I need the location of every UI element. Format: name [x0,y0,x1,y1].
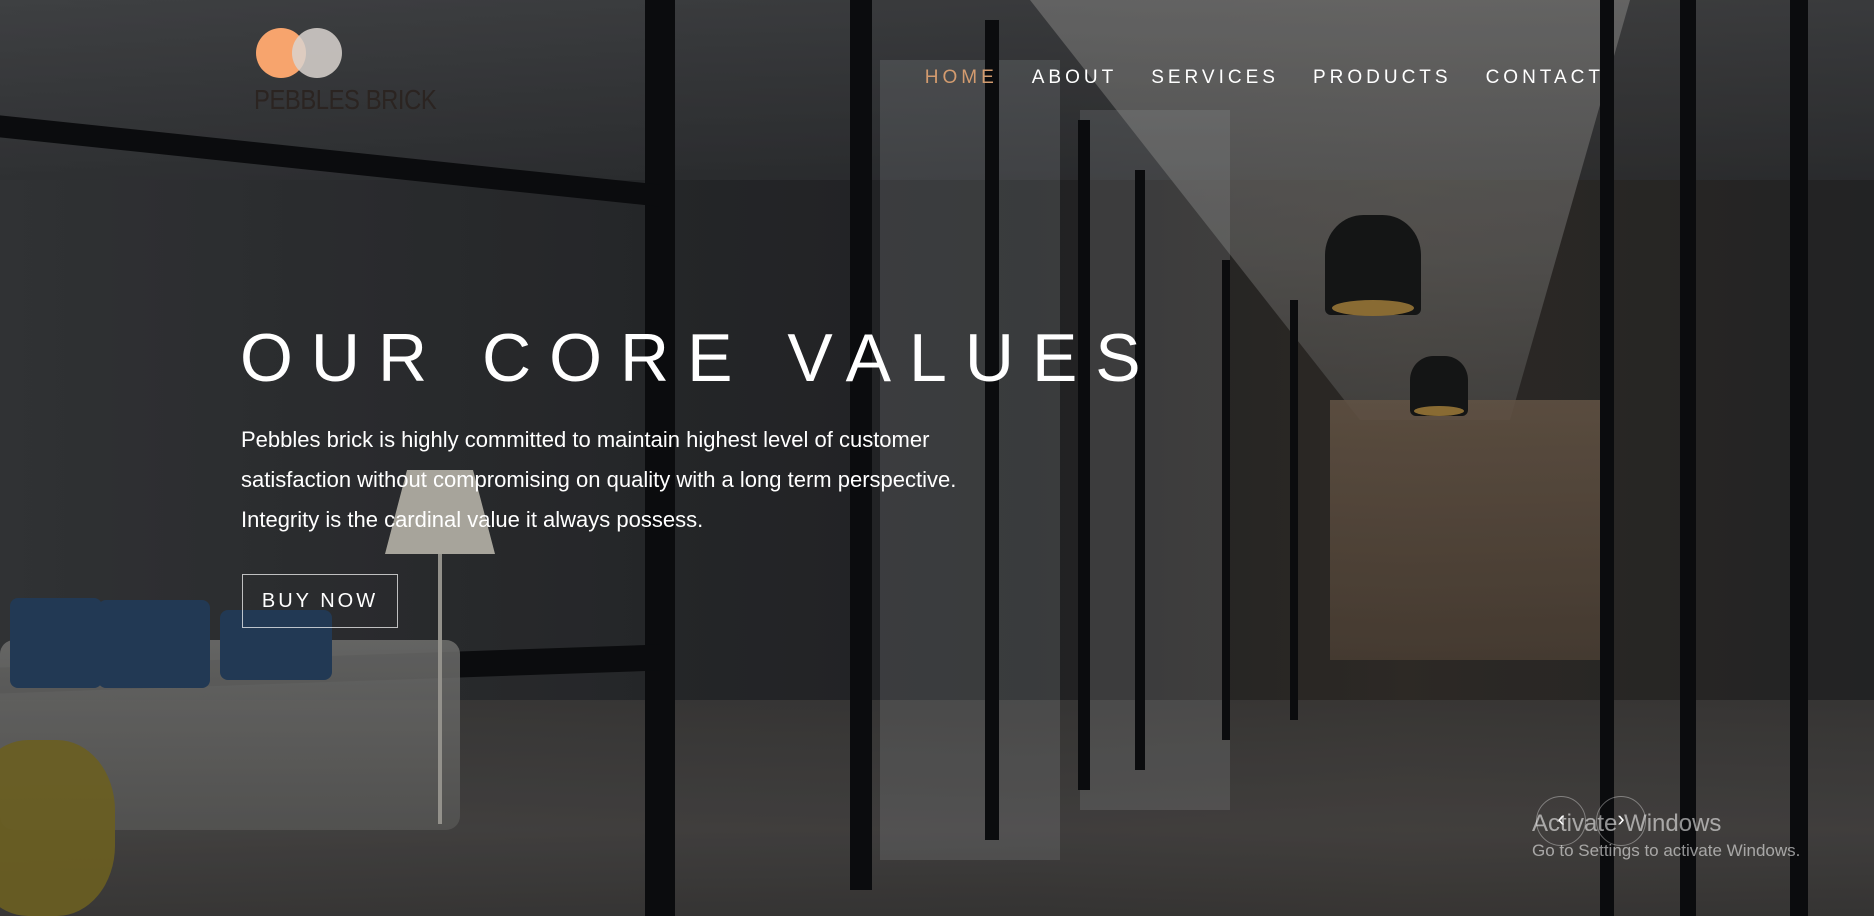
brand-name: PEBBLES BRICK [254,84,437,115]
nav-home[interactable]: HOME [925,66,998,90]
nav-about[interactable]: ABOUT [1032,66,1117,90]
activate-windows-watermark: Activate Windows Go to Settings to activ… [1532,810,1800,864]
nav-contact[interactable]: CONTACT [1486,66,1604,90]
watermark-subtitle: Go to Settings to activate Windows. [1532,841,1801,860]
nav-products[interactable]: PRODUCTS [1313,66,1452,90]
buy-now-button[interactable]: BUY NOW [242,574,398,628]
nav-services[interactable]: SERVICES [1151,66,1279,90]
logo-circle-gray [292,28,342,78]
main-nav: HOME ABOUT SERVICES PRODUCTS CONTACT [891,66,1604,90]
brand-logo[interactable]: PEBBLES BRICK [252,28,437,128]
hero-title: OUR CORE VALUES [240,320,1159,396]
hero-section: PEBBLES BRICK HOME ABOUT SERVICES PRODUC… [0,0,1874,916]
hero-description: Pebbles brick is highly committed to mai… [241,427,957,532]
watermark-title: Activate Windows [1532,810,1722,837]
